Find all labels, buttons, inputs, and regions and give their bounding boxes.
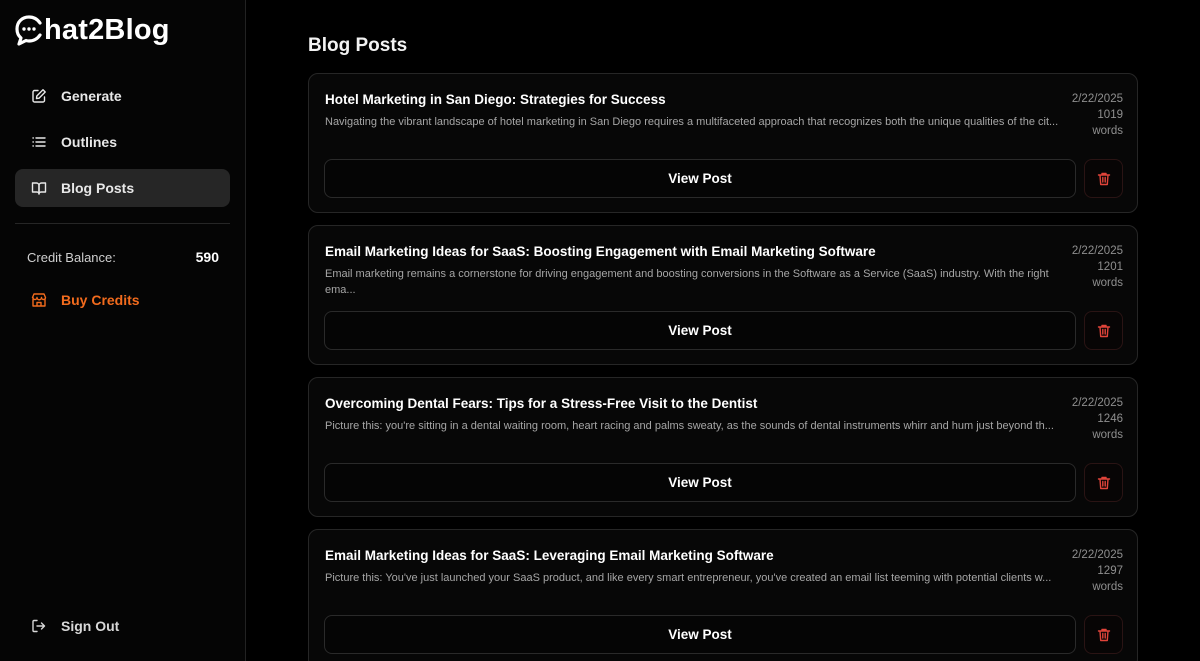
page-title: Blog Posts	[308, 35, 408, 56]
app-root: hat2Blog Generate Outlines Blog Posts Cr…	[0, 0, 1200, 661]
book-open-icon	[31, 180, 47, 196]
edit-icon	[31, 88, 47, 104]
post-word-count-label: words	[1092, 277, 1123, 289]
post-date: 2/22/2025	[1071, 397, 1123, 409]
sign-out-button[interactable]: Sign Out	[31, 618, 119, 634]
trash-icon	[1097, 628, 1110, 641]
view-post-button[interactable]: View Post	[324, 463, 1076, 502]
blog-post-card: Email Marketing Ideas for SaaS: Boosting…	[308, 225, 1138, 365]
buy-credits-button[interactable]: Buy Credits	[31, 292, 140, 308]
post-title: Hotel Marketing in San Diego: Strategies…	[325, 92, 666, 107]
post-word-count: 1246	[1097, 413, 1123, 425]
sidebar-nav: Generate Outlines Blog Posts	[15, 77, 230, 215]
trash-icon	[1097, 476, 1110, 489]
store-icon	[31, 292, 47, 308]
post-meta: 2/22/2025 1246 words	[1053, 395, 1123, 443]
post-date: 2/22/2025	[1071, 245, 1123, 257]
delete-post-button[interactable]	[1084, 463, 1123, 502]
credit-balance-value: 590	[195, 249, 219, 265]
post-word-count-label: words	[1092, 581, 1123, 593]
view-post-button[interactable]: View Post	[324, 311, 1076, 350]
blog-post-card: Overcoming Dental Fears: Tips for a Stre…	[308, 377, 1138, 517]
post-date: 2/22/2025	[1071, 549, 1123, 561]
post-word-count-label: words	[1092, 429, 1123, 441]
post-excerpt: Email marketing remains a cornerstone fo…	[325, 268, 1049, 296]
buy-credits-label: Buy Credits	[61, 292, 140, 308]
view-post-button[interactable]: View Post	[324, 159, 1076, 198]
post-excerpt: Navigating the vibrant landscape of hote…	[325, 116, 1059, 128]
delete-post-button[interactable]	[1084, 159, 1123, 198]
main-content: Blog Posts Hotel Marketing in San Diego:…	[246, 0, 1200, 661]
post-title: Email Marketing Ideas for SaaS: Leveragi…	[325, 548, 774, 563]
sidebar: hat2Blog Generate Outlines Blog Posts Cr…	[0, 0, 246, 661]
credit-balance-label: Credit Balance:	[27, 249, 116, 265]
trash-icon	[1097, 172, 1110, 185]
sidebar-divider	[15, 223, 230, 224]
log-out-icon	[31, 618, 47, 634]
post-title: Email Marketing Ideas for SaaS: Boosting…	[325, 244, 876, 259]
chat-bubble-logo-icon	[15, 15, 42, 46]
post-meta: 2/22/2025 1019 words	[1053, 91, 1123, 139]
blog-post-card: Email Marketing Ideas for SaaS: Leveragi…	[308, 529, 1138, 661]
logo-text: hat2Blog	[44, 13, 170, 46]
post-title: Overcoming Dental Fears: Tips for a Stre…	[325, 396, 758, 411]
sidebar-item-label: Blog Posts	[61, 180, 135, 196]
post-date: 2/22/2025	[1071, 93, 1123, 105]
credit-balance: Credit Balance: 590	[27, 249, 219, 265]
logo[interactable]: hat2Blog	[14, 13, 170, 47]
sign-out-label: Sign Out	[61, 618, 120, 634]
post-excerpt: Picture this: you're sitting in a dental…	[325, 420, 1054, 432]
post-meta: 2/22/2025 1297 words	[1053, 547, 1123, 595]
sidebar-item-blog-posts[interactable]: Blog Posts	[15, 169, 230, 207]
sidebar-item-label: Generate	[61, 88, 122, 104]
list-icon	[31, 134, 47, 150]
post-meta: 2/22/2025 1201 words	[1053, 243, 1123, 291]
post-word-count-label: words	[1092, 125, 1123, 137]
post-word-count: 1201	[1097, 261, 1123, 273]
sidebar-item-outlines[interactable]: Outlines	[15, 123, 230, 161]
post-word-count: 1297	[1097, 565, 1123, 577]
trash-icon	[1097, 324, 1110, 337]
post-excerpt: Picture this: You've just launched your …	[325, 572, 1052, 584]
sidebar-item-generate[interactable]: Generate	[15, 77, 230, 115]
view-post-button[interactable]: View Post	[324, 615, 1076, 654]
delete-post-button[interactable]	[1084, 311, 1123, 350]
sidebar-item-label: Outlines	[61, 134, 118, 150]
post-word-count: 1019	[1097, 109, 1123, 121]
blog-post-card: Hotel Marketing in San Diego: Strategies…	[308, 73, 1138, 213]
delete-post-button[interactable]	[1084, 615, 1123, 654]
blog-post-list: Hotel Marketing in San Diego: Strategies…	[308, 73, 1138, 661]
